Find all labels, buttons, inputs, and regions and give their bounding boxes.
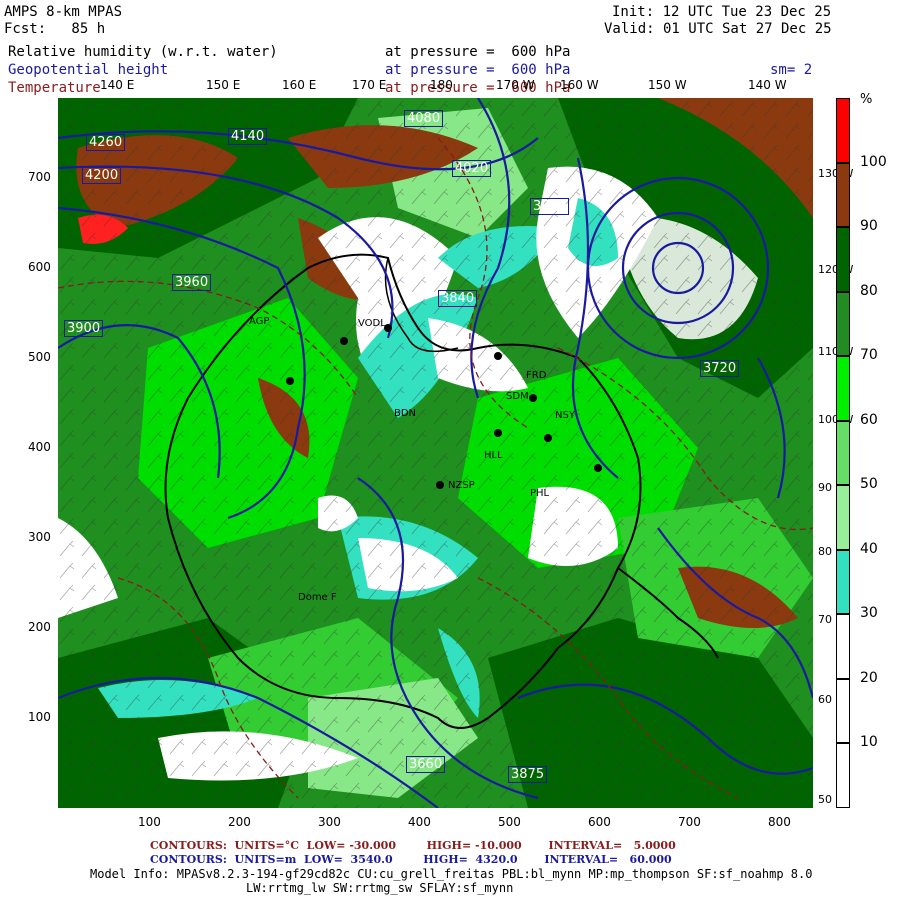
station-label: FRD (526, 370, 547, 381)
station-marker (494, 352, 502, 360)
y-tick-label: 500 (28, 350, 51, 364)
colorbar-label: 90 (860, 218, 878, 234)
model-title: AMPS 8-km MPAS (4, 4, 123, 20)
height-label: 3900 (64, 320, 104, 337)
longitude-label: 140 W (748, 78, 787, 92)
field-rh-level: at pressure = 600 hPa (385, 44, 571, 60)
colorbar-segment (836, 98, 850, 163)
physics-info: LW:rrtmg_lw SW:rrtmg_sw SFLAY:sf_mynn (246, 881, 514, 895)
valid-time: Valid: 01 UTC Sat 27 Dec 25 (604, 21, 832, 37)
colorbar-segment (836, 162, 850, 227)
colorbar-segment (836, 614, 850, 679)
colorbar-segment (836, 743, 850, 808)
longitude-label: 170 E (352, 78, 387, 92)
colorbar-label: 10 (860, 734, 878, 750)
station-marker (529, 394, 537, 402)
station-label: HLL (484, 450, 503, 461)
temp-contour-info: CONTOURS: UNITS=°C LOW= -30.000 HIGH= -1… (150, 839, 676, 852)
height-label: 4200 (82, 167, 122, 184)
station-marker (340, 337, 348, 345)
colorbar-label: 20 (860, 669, 878, 686)
colorbar-segment (836, 227, 850, 292)
longitude-label: 160 W (560, 78, 599, 92)
x-tick-label: 500 (498, 815, 521, 829)
station-label: SDM (506, 391, 529, 402)
height-label: 3720 (700, 360, 740, 377)
field-rh: Relative humidity (w.r.t. water) (8, 44, 278, 60)
colorbar-label: 100 (860, 153, 887, 170)
x-tick-label: 200 (228, 815, 251, 829)
field-temp: Temperature (8, 80, 101, 96)
longitude-label: 150 E (206, 78, 241, 92)
longitude-label: 140 E (100, 78, 135, 92)
forecast-hour: Fcst: 85 h (4, 21, 106, 37)
colorbar-segment (836, 678, 850, 743)
colorbar-segment (836, 485, 850, 550)
height-label: 3660 (406, 756, 446, 773)
height-label: 4140 (228, 128, 268, 145)
colorbar-label: 50 (860, 476, 878, 492)
colorbar-label: 70 (860, 347, 878, 363)
height-contour-info: CONTOURS: UNITS=m LOW= 3540.0 HIGH= 4320… (150, 853, 672, 866)
station-marker (436, 481, 444, 489)
x-tick-label: 400 (408, 815, 431, 829)
station-label: NZSP (448, 480, 475, 491)
height-label: 3780 (530, 198, 570, 215)
height-label: 3875 (508, 766, 548, 783)
station-label: Dome F (298, 592, 337, 603)
x-tick-label: 600 (588, 815, 611, 829)
colorbar-label: 40 (860, 540, 878, 557)
station-marker (494, 429, 502, 437)
height-label: 3840 (438, 290, 478, 307)
height-label: 4020 (452, 160, 492, 177)
legend-unit: % (860, 92, 873, 107)
station-label: PHL (530, 488, 550, 499)
x-tick-label: 300 (318, 815, 341, 829)
map-plot (58, 98, 813, 808)
field-height: Geopotential height (8, 62, 169, 78)
smoothing-label: sm= 2 (770, 62, 813, 78)
field-temp-level: at pressure = 600 hPa (385, 80, 571, 96)
y-tick-label: 300 (28, 530, 51, 544)
model-info: Model Info: MPASv8.2.3-194-gf29cd82c CU:… (90, 867, 813, 881)
station-marker (286, 377, 294, 385)
station-marker (594, 464, 602, 472)
longitude-label: 180 (430, 78, 453, 92)
wind-barbs (58, 98, 813, 808)
station-label: NSY (555, 410, 575, 421)
y-tick-label: 600 (28, 260, 51, 274)
station-label: AGP (249, 316, 270, 327)
y-tick-label: 700 (28, 170, 51, 184)
height-label: 4260 (86, 134, 126, 151)
colorbar-label: 80 (860, 282, 878, 299)
colorbar-label: 60 (860, 411, 878, 428)
height-label: 4080 (404, 110, 444, 127)
x-tick-label: 100 (138, 815, 161, 829)
x-tick-label: 700 (678, 815, 701, 829)
colorbar-segment (836, 549, 850, 614)
colorbar-label: 30 (860, 605, 878, 621)
height-label: 3960 (172, 274, 212, 291)
x-tick-label: 800 (768, 815, 791, 829)
field-height-level: at pressure = 600 hPa (385, 62, 571, 78)
colorbar-segment (836, 420, 850, 485)
station-label: VODL (358, 318, 386, 329)
longitude-label: 150 W (648, 78, 687, 92)
y-tick-label: 200 (28, 620, 51, 634)
y-tick-label: 400 (28, 440, 51, 454)
longitude-label: 160 E (282, 78, 317, 92)
init-time: Init: 12 UTC Tue 23 Dec 25 (612, 4, 832, 20)
station-label: BDN (394, 408, 417, 419)
y-tick-label: 100 (28, 710, 51, 724)
station-marker (544, 434, 552, 442)
longitude-label: 170 W (496, 78, 535, 92)
colorbar-segment (836, 356, 850, 421)
colorbar-segment (836, 291, 850, 356)
